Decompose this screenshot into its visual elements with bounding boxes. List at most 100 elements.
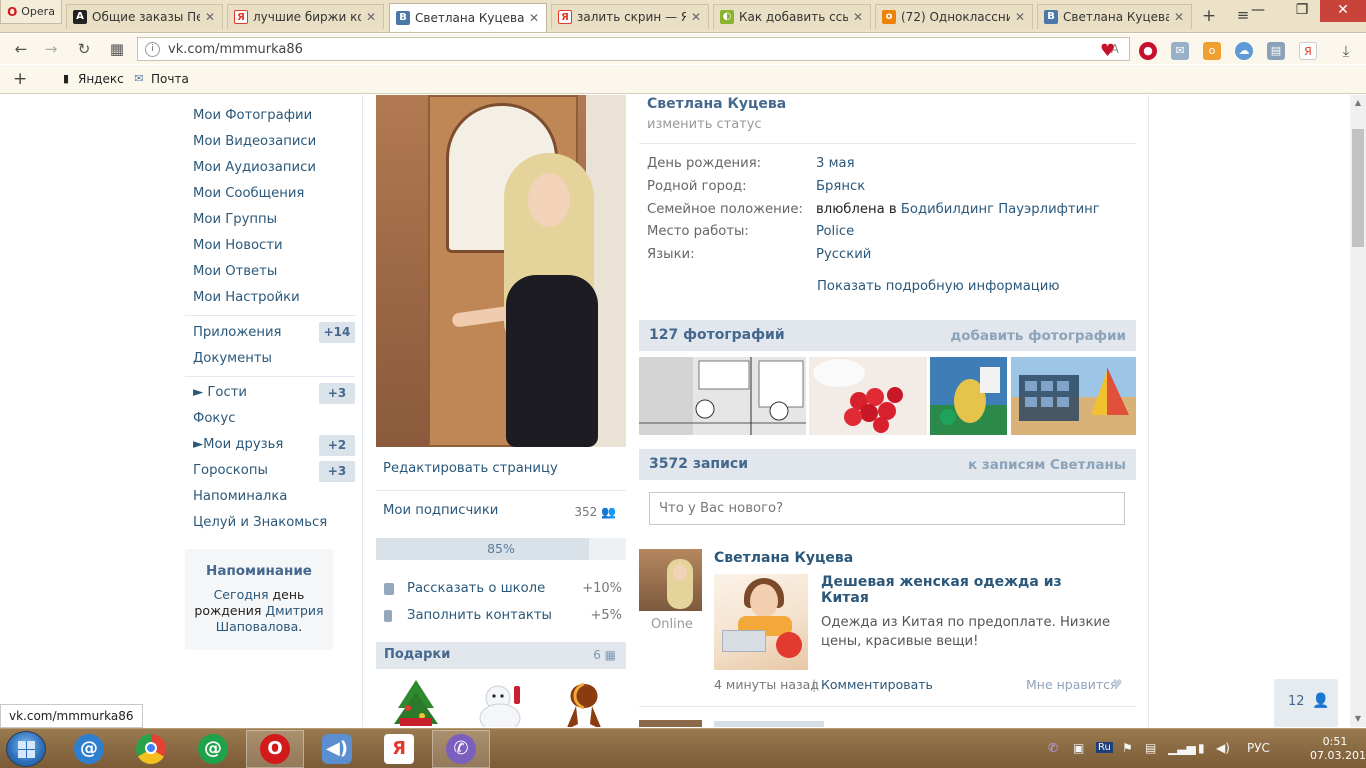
post-timestamp[interactable]: 4 минуты назад bbox=[714, 677, 819, 692]
left-menu-item-answers[interactable]: Мои Ответы bbox=[193, 264, 277, 279]
left-menu-item-my-friends[interactable]: ►Мои друзья bbox=[193, 437, 283, 452]
horoscopes-count-badge[interactable]: +3 bbox=[319, 461, 355, 482]
left-menu-item-focus[interactable]: Фокус bbox=[193, 411, 235, 426]
reload-icon[interactable]: ↻ bbox=[73, 39, 95, 59]
restore-window-button[interactable]: ❐ bbox=[1284, 0, 1320, 22]
friends-count-badge[interactable]: +2 bbox=[319, 435, 355, 456]
photo-thumb-cartoon[interactable] bbox=[930, 357, 1007, 435]
taskbar-opera[interactable]: O bbox=[246, 730, 304, 768]
tab-close-icon[interactable]: ✕ bbox=[852, 10, 864, 24]
taskbar-yandex[interactable]: Я bbox=[370, 730, 428, 768]
save-extension-icon[interactable]: ▤ bbox=[1267, 42, 1285, 60]
tray-viber-icon[interactable]: ✆ bbox=[1048, 741, 1058, 755]
minimize-window-button[interactable]: — bbox=[1240, 0, 1276, 22]
download-icon[interactable]: ⤓ bbox=[1337, 42, 1355, 60]
next-post-avatar[interactable] bbox=[639, 720, 702, 727]
left-menu-item-documents[interactable]: Документы bbox=[193, 351, 272, 366]
taskbar-icq[interactable]: @ bbox=[184, 730, 242, 768]
left-menu-item-videos[interactable]: Мои Видеозаписи bbox=[193, 134, 316, 149]
task-contacts[interactable]: Заполнить контакты +5% bbox=[384, 608, 622, 623]
tab-close-icon[interactable]: ✕ bbox=[1014, 10, 1026, 24]
tray-signal-icon[interactable]: ▁▃▅ bbox=[1168, 741, 1196, 755]
forward-arrow-icon[interactable]: → bbox=[40, 39, 62, 59]
left-menu-item-news[interactable]: Мои Новости bbox=[193, 238, 283, 253]
reminder-today-link[interactable]: Сегодня bbox=[214, 587, 269, 602]
hometown-link[interactable]: Брянск bbox=[816, 179, 865, 194]
birthday-link[interactable]: 3 мая bbox=[816, 156, 855, 171]
edit-page-link[interactable]: Редактировать страницу bbox=[376, 455, 626, 491]
new-tab-button[interactable]: + bbox=[1198, 6, 1220, 26]
tab-close-icon[interactable]: ✕ bbox=[690, 10, 702, 24]
scroll-up-icon[interactable]: ▲ bbox=[1350, 95, 1366, 111]
tab-close-icon[interactable]: ✕ bbox=[528, 11, 540, 25]
address-bar[interactable]: i vk.com/mmmurka86 ¹A bbox=[137, 37, 1130, 61]
browser-tab[interactable]: ◐ Как добавить ссылк ✕ bbox=[713, 4, 871, 29]
page-scrollbar[interactable]: ▲ ▼ bbox=[1350, 95, 1366, 727]
bookmark-yandex[interactable]: ▮ Яндекс bbox=[60, 72, 124, 86]
guests-count-badge[interactable]: +3 bbox=[319, 383, 355, 404]
left-menu-item-settings[interactable]: Мои Настройки bbox=[193, 290, 300, 305]
browser-tab[interactable]: Я лучшие биржи коп ✕ bbox=[227, 4, 384, 29]
scroll-thumb[interactable] bbox=[1352, 129, 1364, 247]
left-menu-item-horoscopes[interactable]: Гороскопы bbox=[193, 463, 268, 478]
tray-volume-icon[interactable]: ◀) bbox=[1216, 741, 1230, 755]
add-bookmark-button[interactable]: + bbox=[13, 69, 27, 89]
browser-tab[interactable]: о (72) Одноклассник ✕ bbox=[875, 4, 1033, 29]
bookmark-heart-icon[interactable]: ♥ bbox=[1100, 41, 1115, 61]
apps-count-badge[interactable]: +14 bbox=[319, 322, 355, 343]
bookmark-mail[interactable]: ✉ Почта bbox=[133, 72, 188, 86]
left-menu-item-kiss-and-meet[interactable]: Целуй и Знакомься bbox=[193, 515, 327, 530]
browser-tab[interactable]: A Общие заказы Пер ✕ bbox=[66, 4, 223, 29]
task-school[interactable]: Рассказать о школе +10% bbox=[384, 581, 622, 596]
to-wall-link[interactable]: к записям Светланы bbox=[968, 457, 1126, 473]
left-menu-item-groups[interactable]: Мои Группы bbox=[193, 212, 277, 227]
show-full-info-link[interactable]: Показать подробную информацию bbox=[817, 279, 1059, 294]
gift-christmas-tree[interactable] bbox=[388, 678, 444, 727]
yandex-extension-icon[interactable]: Я bbox=[1299, 42, 1317, 60]
tab-close-icon[interactable]: ✕ bbox=[365, 10, 377, 24]
gift-polar-bear[interactable] bbox=[472, 678, 528, 727]
post-author-avatar[interactable] bbox=[639, 549, 702, 611]
profile-completion-bar[interactable]: 85% bbox=[376, 538, 626, 560]
post-author-name[interactable]: Светлана Куцева bbox=[714, 550, 853, 566]
scroll-down-icon[interactable]: ▼ bbox=[1350, 711, 1366, 727]
post-attachment-image[interactable] bbox=[714, 574, 808, 670]
taskbar-sound[interactable]: ◀) bbox=[308, 730, 366, 768]
tray-input-language[interactable]: РУС bbox=[1247, 741, 1270, 755]
start-button[interactable] bbox=[6, 731, 46, 767]
gift-ribbon[interactable] bbox=[556, 678, 612, 727]
adblock-extension-icon[interactable]: ● bbox=[1139, 42, 1157, 60]
left-menu-item-guests[interactable]: ► Гости bbox=[193, 385, 247, 400]
browser-tab[interactable]: Я залить скрин — Янд ✕ bbox=[551, 4, 709, 29]
browser-tab[interactable]: В Светлана Куцева ✕ bbox=[1037, 4, 1192, 29]
system-clock[interactable]: 0:51 07.03.2015 bbox=[1310, 735, 1366, 763]
language-link[interactable]: Русский bbox=[816, 247, 871, 262]
taskbar-chrome[interactable] bbox=[122, 730, 180, 768]
left-menu-item-reminder-app[interactable]: Напоминалка bbox=[193, 489, 287, 504]
back-arrow-icon[interactable]: ← bbox=[10, 39, 32, 59]
tray-network-icon[interactable]: ▣ bbox=[1073, 741, 1084, 755]
left-menu-item-messages[interactable]: Мои Сообщения bbox=[193, 186, 304, 201]
post-link-title[interactable]: Дешевая женская одежда из Китая bbox=[821, 574, 1111, 606]
tab-close-icon[interactable]: ✕ bbox=[1173, 10, 1185, 24]
tray-battery-icon[interactable]: ▮ bbox=[1198, 741, 1205, 755]
taskbar-mail-agent[interactable]: @ bbox=[60, 730, 118, 768]
mail-extension-icon[interactable]: ✉ bbox=[1171, 42, 1189, 60]
speed-dial-grid-icon[interactable]: ▦ bbox=[106, 39, 128, 59]
profile-photo[interactable] bbox=[376, 95, 626, 447]
wall-header[interactable]: 3572 записи к записям Светланы bbox=[639, 449, 1136, 480]
left-menu-item-audio[interactable]: Мои Аудиозаписи bbox=[193, 160, 316, 175]
tray-language-badge[interactable]: Ru bbox=[1096, 742, 1113, 753]
photo-thumb-beach[interactable] bbox=[1011, 357, 1136, 435]
tray-flag-icon[interactable]: ⚑ bbox=[1122, 741, 1133, 755]
close-window-button[interactable]: ✕ bbox=[1320, 0, 1366, 22]
left-menu-item-photos[interactable]: Мои Фотографии bbox=[193, 108, 312, 123]
opera-menu-button[interactable]: O Opera bbox=[0, 0, 62, 24]
browser-tab-active[interactable]: В Светлана Куцева ✕ bbox=[389, 3, 547, 32]
next-post-author[interactable] bbox=[714, 721, 824, 727]
address-url[interactable]: vk.com/mmmurka86 bbox=[168, 42, 1106, 57]
photo-thumb-raspberries[interactable] bbox=[809, 357, 927, 435]
site-info-icon[interactable]: i bbox=[145, 41, 160, 57]
work-link[interactable]: Police bbox=[816, 224, 854, 239]
relationship-link[interactable]: Бодибилдинг Пауэрлифтинг bbox=[901, 202, 1100, 217]
